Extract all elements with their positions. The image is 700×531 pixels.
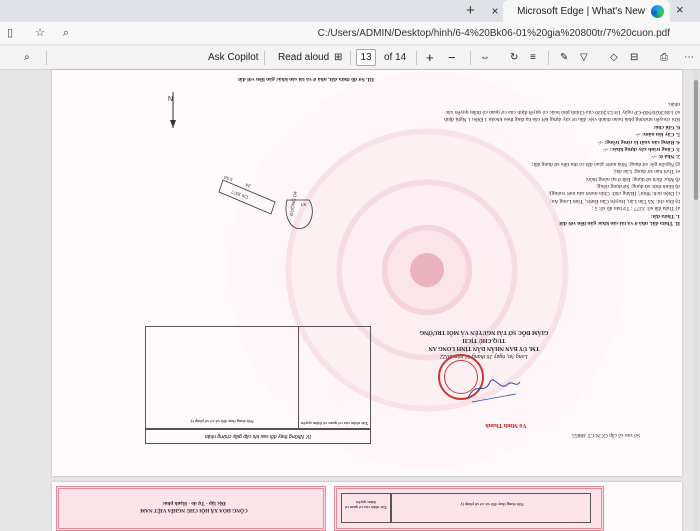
land-line: a) Thửa đất số: 3377 ; Tờ bản đồ số: 5 ; [591, 205, 680, 212]
page2-right-col2: Xác nhận của cơ quan có thẩm quyền [344, 500, 388, 510]
print-icon[interactable]: ⎙ [660, 50, 668, 66]
page2-left-title: CỘNG HÒA XÃ HỘI CHỦ NGHĨA VIỆT NAM [140, 507, 248, 513]
signer-name: Võ Minh Thành [485, 422, 527, 428]
pdf-page-14: CỘNG HÒA XÃ HỘI CHỦ NGHĨA VIỆT NAM Độc l… [52, 482, 682, 531]
page2-left-sub: Độc lập - Tự do - Hạnh phúc [162, 500, 226, 506]
save-icon[interactable]: ⊟ [630, 50, 638, 66]
url-field[interactable]: C:/Users/ADMIN/Desktop/hinh/6-4%20Bk06-0… [76, 25, 676, 42]
highlight-icon[interactable]: ▽ [580, 50, 588, 66]
draw-icon[interactable]: ✎ [560, 50, 568, 66]
map-label: LK [301, 202, 307, 207]
page-number-input[interactable]: 13 [356, 49, 376, 66]
note-text: Khi chuyển nhượng phải hoàn thành việc đ… [444, 101, 680, 123]
page2-confirm-cell: Xác nhận của cơ quan có thẩm quyền [341, 493, 391, 523]
map-label: ĐƯỜNG D4 [288, 190, 298, 216]
section-header: II. Thửa đất, nhà ở và tài sản khác gắn … [559, 220, 680, 226]
search-icon[interactable]: ⌕ [58, 25, 74, 41]
certificate-frame-right: Xác nhận của cơ quan có thẩm quyền Nội d… [334, 486, 604, 531]
land-line: c) Diện tích: 96m², (Bằng chữ: Chín mươi… [548, 190, 680, 197]
issuer-line-2: TUQ.CHỦ TỊCH [462, 337, 506, 343]
land-line: g) Nguồn gốc sử dụng: Nhà nước giao đất … [531, 160, 680, 167]
svg-text:N: N [168, 94, 173, 101]
signature [467, 379, 521, 403]
map-section-header: III. Sơ đồ thửa đất, nhà ở và tài sản kh… [237, 76, 375, 82]
map-label: 24 [244, 182, 251, 189]
page2-right-col1: Nội dung thay đổi và cơ sở pháp lý [460, 502, 524, 507]
more-icon[interactable]: ⋯ [684, 50, 694, 66]
land-info-block: II. Thửa đất, nhà ở và tài sản khác gắn … [444, 76, 680, 227]
erase-icon[interactable]: ◇ [610, 50, 618, 66]
read-aloud-label: Read aloud [278, 52, 330, 63]
north-arrow-icon: N [168, 92, 176, 128]
tab-close-button[interactable]: × [488, 4, 502, 18]
read-aloud-button[interactable]: Read aloud [278, 50, 329, 66]
page-view-icon[interactable]: ⊞ [334, 50, 342, 66]
fit-page-icon[interactable]: ⇔ [480, 50, 490, 66]
zoom-out-button[interactable]: − [448, 50, 456, 66]
land-line: đ) Mục đích sử dụng: Đất ở tại nông thôn… [585, 175, 680, 182]
search-document-icon[interactable]: ⌕ [24, 50, 30, 66]
certificate-frame-left: CỘNG HÒA XÃ HỘI CHỦ NGHĨA VIỆT NAM Độc l… [56, 486, 326, 531]
land-line: b) Địa chỉ: Xã Tân Lân, Huyện Cần Đước, … [550, 197, 680, 204]
tab-title: Microsoft Edge | What's New [517, 5, 645, 17]
parcel-map-drawing: CN 3377 ĐƯỜNG D4 LK 24 5.50 [218, 175, 313, 229]
pdf-toolbar: ⌕ Ask Copilot Read aloud ⊞ 13 of 14 + − … [0, 46, 700, 70]
page2-left-header: CỘNG HÒA XÃ HỘI CHỦ NGHĨA VIỆT NAM Độc l… [119, 499, 269, 513]
house-line: 2. Nhà ở: -/- [651, 153, 680, 160]
issuer-line-3: GIÁM ĐỐC SỞ TÀI NGUYÊN VÀ MÔI TRƯỜNG [419, 329, 549, 335]
issuer-line-1: TM. ỦY BAN NHÂN DÂN TỈNH LONG AN [428, 345, 540, 351]
new-tab-button[interactable]: + [466, 2, 475, 19]
tab-bar: + × Microsoft Edge | What's New × [0, 0, 700, 22]
note-title: 6. Ghi chú: [653, 123, 680, 130]
changes-table: IV. Những thay đổi sau khi cấp giấy chứn… [145, 326, 371, 444]
ask-copilot-label: Ask Copilot [208, 52, 259, 63]
perennial-line: 5. Cây lâu năm: -/- [635, 131, 680, 138]
construction-line: 3. Công trình xây dựng khác: -/- [603, 145, 680, 152]
page2-content-cell: Nội dung thay đổi và cơ sở pháp lý [391, 493, 591, 523]
sidebar-toggle-icon[interactable]: ▯ [2, 25, 18, 41]
rotate-icon[interactable]: ↻ [510, 50, 518, 66]
edge-logo-icon [651, 4, 664, 18]
land-title: 1. Thửa đất: [650, 212, 680, 219]
tab-whats-new[interactable]: Microsoft Edge | What's New [503, 0, 670, 22]
favorite-star-icon[interactable]: ☆ [32, 25, 48, 41]
land-line: e) Thời hạn sử dụng: Lâu dài; [613, 168, 680, 175]
map-label: 5.50 [223, 175, 233, 183]
tab-pdf[interactable] [0, 0, 446, 22]
page-total: of 14 [384, 52, 407, 63]
toc-icon[interactable]: ≡ [530, 50, 536, 66]
changes-table-title: IV. Những thay đổi sau khi cấp giấy chứn… [146, 429, 370, 443]
zoom-in-button[interactable]: + [426, 50, 434, 66]
ask-copilot-button[interactable]: Ask Copilot [208, 50, 259, 66]
pdf-page-13: II. Thửa đất, nhà ở và tài sản khác gắn … [52, 70, 682, 476]
scrollbar-thumb[interactable] [694, 80, 698, 200]
land-line: d) Hình thức sử dụng: Sử dụng riêng; [596, 182, 680, 189]
window-close-button[interactable]: × [676, 2, 684, 17]
forest-line: 4. Rừng sản xuất là rừng trồng: -/- [597, 138, 680, 145]
date-line: Long An, ngày 16 tháng 01 năm 2022 [440, 353, 528, 359]
issuer-block: Long An, ngày 16 tháng 01 năm 2022 TM. Ủ… [386, 328, 582, 360]
changes-header-divider [146, 413, 370, 429]
address-bar: ▯ ☆ ⌕ C:/Users/ADMIN/Desktop/hinh/6-4%20… [0, 22, 700, 44]
registry-line: Số vào sổ cấp GCN:CT 48855 [572, 432, 641, 438]
